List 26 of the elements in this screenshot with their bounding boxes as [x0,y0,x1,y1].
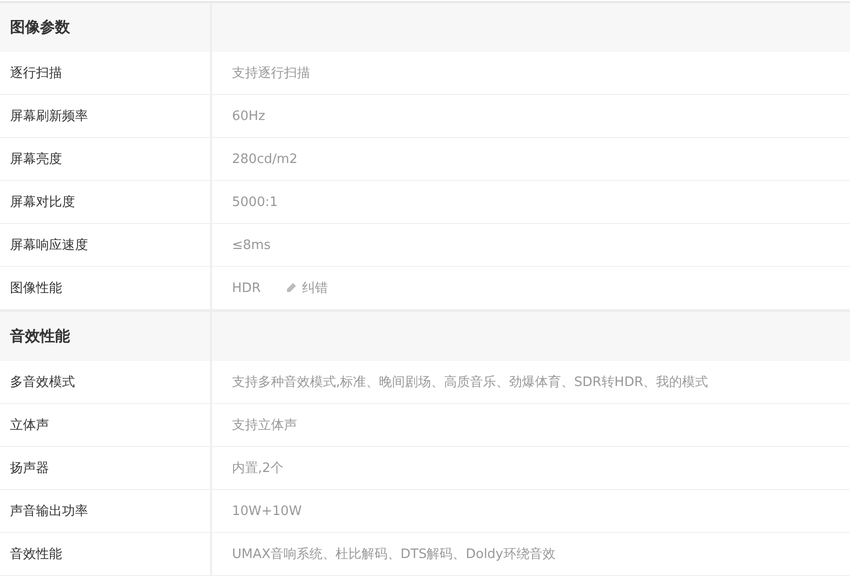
spec-value: 60Hz [232,108,266,124]
spec-value: HDR [232,280,261,296]
spec-label: 图像性能 [10,280,62,297]
spec-value: UMAX音响系统、杜比解码、DTS解码、Doldy环绕音效 [232,546,556,563]
pencil-icon [284,282,297,294]
section-title: 音效性能 [0,312,212,361]
spec-label: 多音效模式 [10,374,75,391]
spec-value: 支持立体声 [232,417,297,434]
spec-value: 10W+10W [232,504,302,518]
spec-value: 5000:1 [232,194,278,210]
spec-value: 280cd/m2 [232,152,298,166]
spec-label: 屏幕响应速度 [10,237,88,254]
spec-value: 内置,2个 [232,460,284,477]
spec-label: 扬声器 [10,460,49,477]
section-title: 图像参数 [0,3,212,52]
spec-label: 屏幕亮度 [10,151,62,168]
spec-value: ≤8ms [232,238,271,252]
spec-label: 音效性能 [10,546,62,563]
spec-label: 屏幕对比度 [10,194,75,211]
spec-label: 逐行扫描 [10,65,62,82]
spec-value: 支持多种音效模式,标准、晚间剧场、高质音乐、劲爆体育、SDR转HDR、我的模式 [232,374,708,391]
spec-label: 声音输出功率 [10,503,88,520]
spec-label: 屏幕刷新频率 [10,108,88,125]
spec-value: 支持逐行扫描 [232,65,310,82]
spec-label: 立体声 [10,417,49,434]
correction-link[interactable]: 纠错 [284,279,328,297]
